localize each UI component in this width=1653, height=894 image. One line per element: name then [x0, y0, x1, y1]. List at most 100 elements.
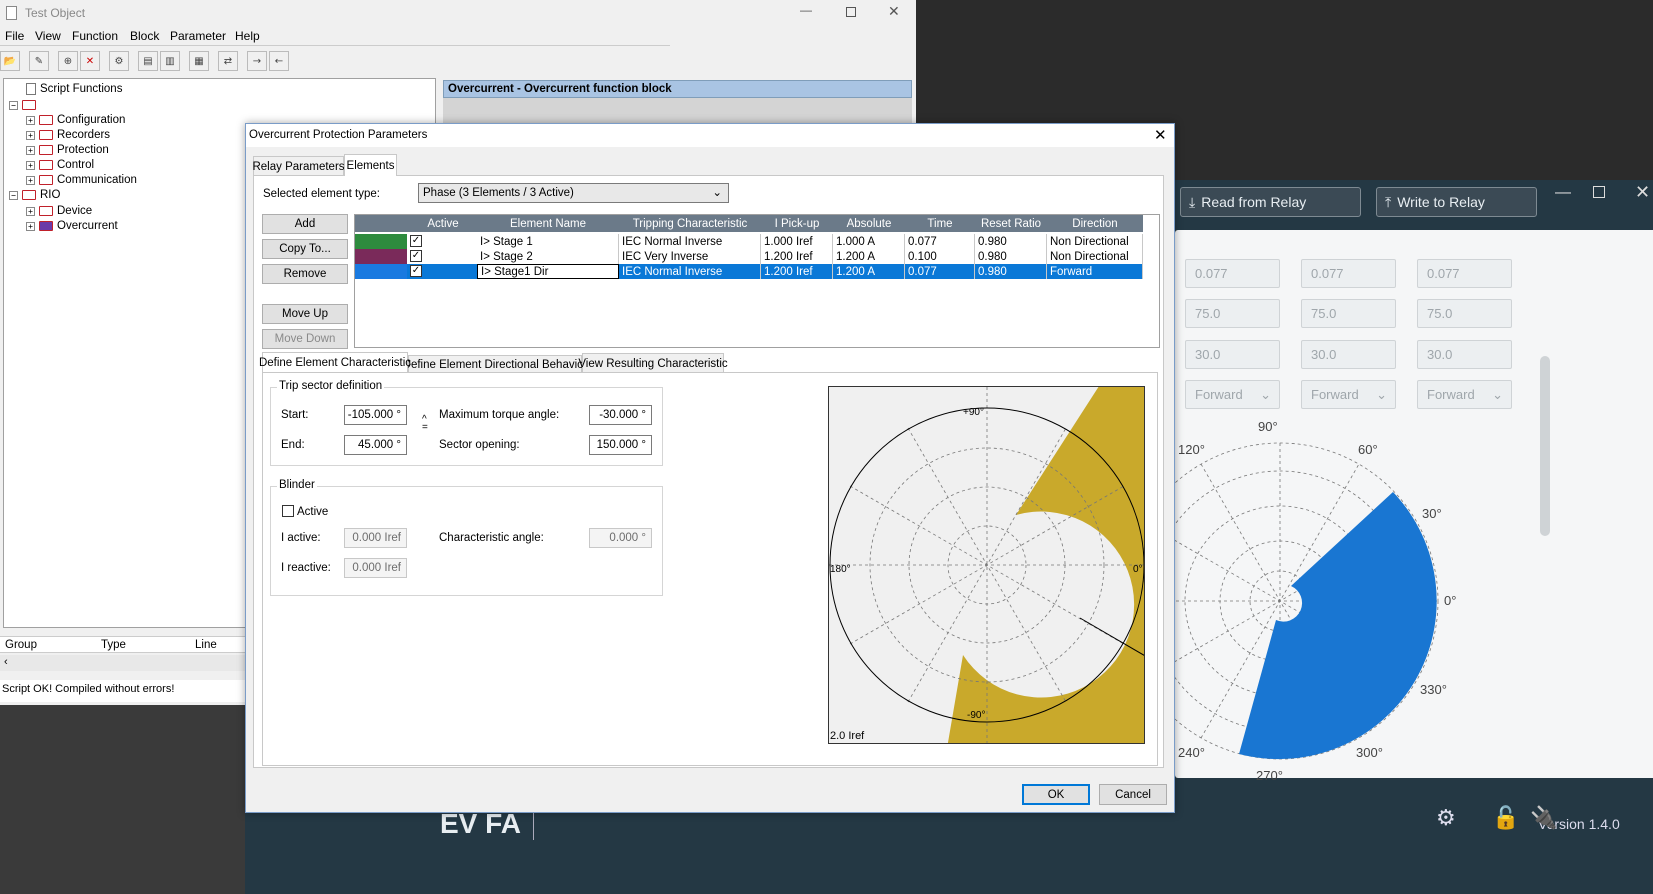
collapse-icon[interactable]: − — [9, 190, 18, 200]
table-row[interactable]: ✓ I> Stage 2 IEC Very Inverse 1.200 Iref… — [355, 249, 1143, 264]
time-field-1[interactable]: 0.077 — [1185, 259, 1280, 288]
tree-item-script-functions[interactable]: Script Functions — [26, 81, 122, 97]
cell-time[interactable]: 0.077 — [905, 264, 975, 279]
active-checkbox[interactable]: ✓ — [410, 265, 422, 277]
tab-view-resulting-characteristic[interactable]: View Resulting Characteristic — [578, 353, 728, 373]
plug-icon[interactable]: 🔌 — [1530, 805, 1557, 831]
col-line[interactable]: Line — [195, 639, 217, 651]
tree-item-device[interactable]: + Device — [26, 203, 92, 219]
col-absolute[interactable]: Absolute — [833, 215, 905, 232]
blinder-active-checkbox[interactable] — [282, 505, 294, 517]
move-right-icon[interactable]: → — [247, 51, 267, 71]
direction-select-2[interactable]: Forward ⌄ — [1301, 380, 1396, 409]
expand-icon[interactable]: + — [26, 206, 35, 216]
menu-block[interactable]: Block — [130, 29, 159, 43]
cell-direction[interactable]: Forward — [1047, 264, 1143, 279]
insert-icon[interactable]: ⊕ — [58, 51, 78, 71]
col-type[interactable]: Type — [101, 639, 126, 651]
active-checkbox[interactable]: ✓ — [410, 250, 422, 262]
cell-absolute[interactable]: 1.200 A — [833, 264, 905, 279]
cell-absolute[interactable]: 1.200 A — [833, 249, 905, 264]
mta-field-1[interactable]: 75.0 — [1185, 299, 1280, 328]
cell-reset-ratio[interactable]: 0.980 — [975, 264, 1047, 279]
time-field-2[interactable]: 0.077 — [1301, 259, 1396, 288]
settings-doc-icon[interactable]: ⚙ — [1436, 805, 1456, 831]
copy-icon[interactable]: ▦ — [189, 51, 209, 71]
minimize-icon[interactable]: — — [800, 3, 812, 17]
expand-icon[interactable]: + — [26, 115, 35, 125]
expand-icon[interactable]: + — [26, 130, 35, 140]
col-group[interactable]: Group — [5, 639, 37, 651]
cell-direction[interactable]: Non Directional — [1047, 234, 1143, 249]
cell-characteristic[interactable]: IEC Very Inverse — [619, 249, 761, 264]
tree-item-control[interactable]: + Control — [26, 157, 94, 173]
time-field-3[interactable]: 0.077 — [1417, 259, 1512, 288]
menu-view[interactable]: View — [35, 29, 61, 43]
opening-field-1[interactable]: 30.0 — [1185, 340, 1280, 369]
menu-function[interactable]: Function — [72, 29, 118, 43]
end-field[interactable]: 45.000 ° — [344, 435, 407, 455]
expand-icon[interactable]: + — [26, 160, 35, 170]
i-active-field[interactable]: 0.000 Iref — [344, 528, 407, 548]
horizontal-scrollbar[interactable]: ‹ — [0, 655, 245, 671]
tab-define-element-characteristic[interactable]: Define Element Characteristic — [259, 352, 411, 372]
copy-to-button[interactable]: Copy To... — [262, 239, 348, 259]
cell-pickup[interactable]: 1.200 Iref — [761, 249, 833, 264]
cell-characteristic[interactable]: IEC Normal Inverse — [619, 234, 761, 249]
col-pickup[interactable]: I Pick-up — [761, 215, 833, 232]
tree-root[interactable]: − — [9, 97, 36, 113]
expand-icon[interactable]: + — [26, 221, 35, 231]
tree-item-overcurrent[interactable]: + Overcurrent — [26, 218, 118, 234]
close-icon[interactable]: ✕ — [1154, 126, 1167, 144]
tree-item-rio[interactable]: − RIO — [9, 187, 60, 203]
remove-button[interactable]: Remove — [262, 264, 348, 284]
menu-parameter[interactable]: Parameter — [170, 29, 226, 43]
menu-help[interactable]: Help — [235, 29, 260, 43]
direction-select-3[interactable]: Forward ⌄ — [1417, 380, 1512, 409]
i-reactive-field[interactable]: 0.000 Iref — [344, 558, 407, 578]
unlock-icon[interactable]: 🔓 — [1492, 805, 1519, 831]
tab-elements[interactable]: Elements — [344, 154, 397, 176]
ok-button[interactable]: OK — [1022, 784, 1090, 805]
tab-relay-parameters[interactable]: Relay Parameters — [252, 156, 345, 176]
col-element-name[interactable]: Element Name — [477, 215, 619, 232]
element-type-select[interactable]: Phase (3 Elements / 3 Active) ⌄ — [418, 183, 729, 203]
cell-pickup[interactable]: 1.000 Iref — [761, 234, 833, 249]
col-tripping-characteristic[interactable]: Tripping Characteristic — [619, 215, 761, 232]
col-active[interactable]: Active — [409, 215, 477, 232]
cancel-button[interactable]: Cancel — [1099, 784, 1167, 805]
cell-time[interactable]: 0.100 — [905, 249, 975, 264]
cell-name[interactable]: I> Stage 2 — [477, 249, 619, 264]
start-field[interactable]: -105.000 ° — [344, 405, 407, 425]
collapse-icon[interactable]: − — [9, 100, 18, 110]
maximize-icon[interactable] — [846, 7, 856, 17]
cell-reset-ratio[interactable]: 0.980 — [975, 234, 1047, 249]
move-left-icon[interactable]: ← — [269, 51, 289, 71]
scroll-left-icon[interactable]: ‹ — [4, 656, 8, 668]
menu-file[interactable]: File — [5, 29, 24, 43]
table-row[interactable]: ✓ I> Stage 1 IEC Normal Inverse 1.000 Ir… — [355, 234, 1143, 249]
col-direction[interactable]: Direction — [1047, 215, 1143, 232]
opening-field-3[interactable]: 30.0 — [1417, 340, 1512, 369]
cell-time[interactable]: 0.077 — [905, 234, 975, 249]
move-down-button[interactable]: Move Down — [262, 329, 348, 349]
cell-pickup[interactable]: 1.200 Iref — [761, 264, 833, 279]
tree-item-configuration[interactable]: + Configuration — [26, 112, 125, 128]
export-icon[interactable]: ▥ — [160, 51, 180, 71]
close-icon[interactable]: ✕ — [888, 3, 900, 20]
compile-icon[interactable]: ⚙ — [109, 51, 129, 71]
col-reset-ratio[interactable]: Reset Ratio — [975, 215, 1047, 232]
cell-reset-ratio[interactable]: 0.980 — [975, 249, 1047, 264]
sector-opening-field[interactable]: 150.000 ° — [589, 435, 652, 455]
import-icon[interactable]: ▤ — [138, 51, 158, 71]
mta-field-3[interactable]: 75.0 — [1417, 299, 1512, 328]
tree-item-recorders[interactable]: + Recorders — [26, 127, 110, 143]
add-button[interactable]: Add — [262, 214, 348, 234]
move-up-button[interactable]: Move Up — [262, 304, 348, 324]
tree-item-protection[interactable]: + Protection — [26, 142, 109, 158]
cell-absolute[interactable]: 1.000 A — [833, 234, 905, 249]
new-block-icon[interactable]: ✎ — [29, 51, 49, 71]
opening-field-2[interactable]: 30.0 — [1301, 340, 1396, 369]
delete-icon[interactable]: ✕ — [80, 51, 100, 71]
char-angle-field[interactable]: 0.000 ° — [589, 528, 652, 548]
